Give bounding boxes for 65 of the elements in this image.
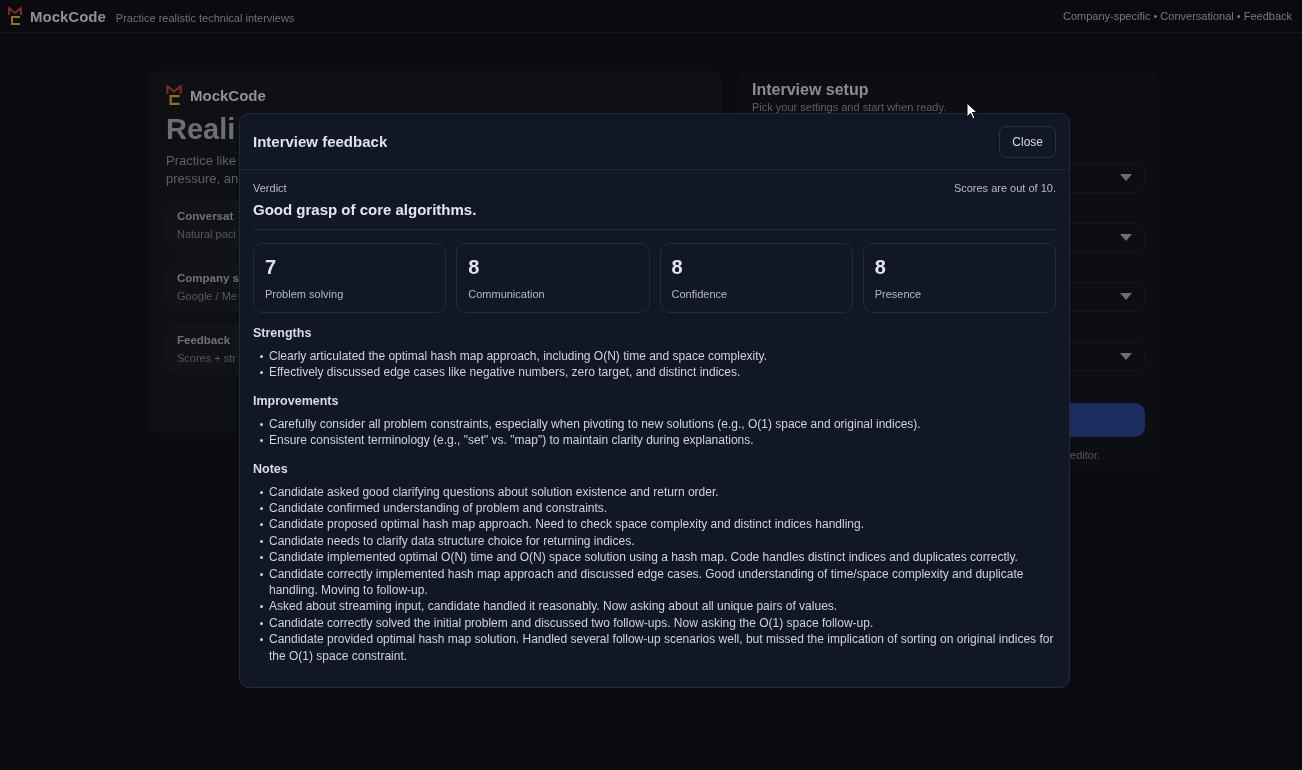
bullet-icon: [260, 605, 263, 609]
score-value: 7: [265, 256, 278, 279]
scores-note: Scores are out of 10.: [953, 182, 1056, 194]
bullet-icon: [260, 355, 263, 358]
brand-name: MockCode: [30, 7, 106, 25]
caret-icon: [1120, 233, 1132, 241]
caret-icon: [1120, 352, 1132, 360]
score-label: Confidence: [671, 288, 729, 300]
panel-title: Interview setup: [752, 81, 870, 99]
feature-subtitle: Scores + str: [177, 352, 236, 364]
footnote: editor.: [1070, 449, 1100, 461]
feature-subtitle: Natural paci: [177, 228, 236, 240]
feature-title: Company s: [177, 272, 239, 284]
bullet-icon: [260, 556, 263, 560]
score-label: Presence: [874, 288, 923, 300]
dialog-title: Interview feedback: [253, 133, 388, 150]
list-item: Candidate correctly implemented hash map approach and discussed edge cases. Good understanding of time/space complexity and duplicate handling. Moving to follow-up.: [269, 565, 1025, 599]
list-item: Ensure consistent terminology (e.g., "set" vs. "map") to maintain clarity during explanations.: [269, 432, 754, 449]
list-item: Candidate implemented optimal O(N) time and O(N) space solution using a hash map. Code handles distinct indices and duplicates correctly.: [269, 549, 1018, 566]
list-item: Carefully consider all problem constraints, especially when pivoting to new solutions (e.g., O(1) space and original indices).: [269, 415, 921, 433]
intro-text: pressure, an: [166, 170, 239, 188]
logo-icon: [8, 7, 22, 25]
cursor-icon: [966, 102, 978, 120]
bullet-icon: [260, 523, 263, 527]
feature-subtitle: Google / Me: [177, 290, 237, 302]
logo-icon: [166, 85, 182, 105]
caret-icon: [1120, 293, 1132, 301]
bullet-icon: [260, 439, 263, 443]
list-item: Effectively discussed edge cases like negative numbers, zero target, and distinct indices.: [269, 364, 741, 381]
bullet-icon: [260, 422, 263, 426]
bullet-icon: [260, 507, 263, 511]
list-item: Asked about streaming input, candidate handled it reasonably. Now asking about all unique pairs of values.: [269, 598, 838, 615]
feature-title: Conversat: [177, 210, 234, 222]
list-item: Candidate needs to clarify data structure choice for returning indices.: [269, 532, 635, 550]
list-item: Candidate proposed optimal hash map approach. Need to check space complexity and distinct indices handling.: [269, 516, 865, 533]
score-label: Problem solving: [265, 288, 345, 300]
score-value: 8: [468, 256, 481, 279]
bullet-icon: [260, 572, 263, 576]
hero-heading: Reali: [166, 113, 236, 146]
list-item: Clearly articulated the optimal hash map approach, including O(N) time and space complexity.: [269, 348, 768, 365]
close-button[interactable]: Close: [999, 125, 1056, 158]
brand-name: MockCode: [190, 86, 266, 104]
intro-text: Practice like: [166, 152, 238, 170]
list-item: Candidate provided optimal hash map solution. Handled several follow-up scenarios well, but missed the implication of sorting on original indices for the O(1) space constraint.: [269, 631, 1055, 665]
list-item: Candidate correctly solved the initial problem and discussed two follow-ups. Now asking the O(1) space follow-up.: [269, 614, 874, 632]
panel-subtitle: Pick your settings and start when ready.: [752, 101, 947, 113]
score-value: 8: [671, 256, 684, 279]
feature-list: Company-specific • Conversational • Feedback: [1062, 10, 1292, 22]
feature-title: Feedback: [177, 334, 231, 346]
caret-icon: [1120, 174, 1132, 182]
list-item: Candidate confirmed understanding of problem and constraints.: [269, 500, 608, 517]
tagline: Practice realistic technical interviews: [115, 12, 295, 24]
bullet-icon: [260, 621, 263, 625]
section-heading: Improvements: [253, 393, 340, 408]
section-heading: Strengths: [253, 326, 313, 340]
score-label: Communication: [468, 288, 546, 300]
bullet-icon: [260, 539, 263, 543]
bullet-icon: [260, 371, 263, 375]
verdict-label: Verdict: [253, 182, 287, 194]
bullet-icon: [260, 638, 263, 642]
verdict-text: Good grasp of core algorithms.: [253, 201, 1056, 230]
bullet-icon: [260, 490, 263, 494]
section-heading: Notes: [253, 461, 289, 476]
score-value: 8: [874, 256, 887, 279]
list-item: Candidate asked good clarifying questions about solution existence and return order.: [269, 483, 719, 501]
